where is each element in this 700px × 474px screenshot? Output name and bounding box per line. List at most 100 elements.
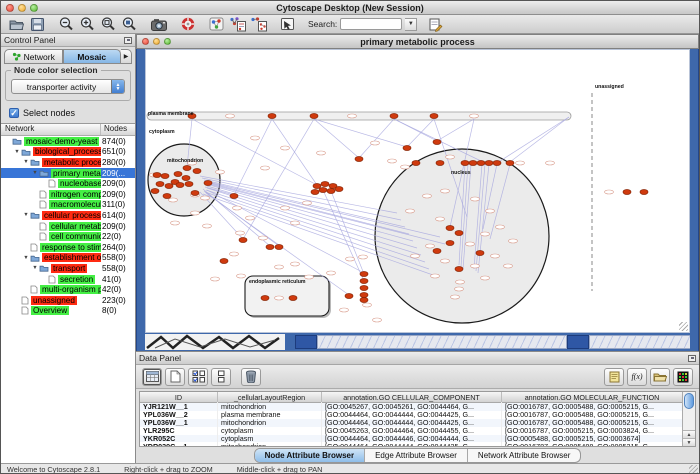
tab-network[interactable]: Network [4, 49, 63, 64]
network-node[interactable] [163, 194, 171, 199]
zoom-selected-icon[interactable] [119, 16, 140, 33]
function-builder-icon[interactable]: f(x) [627, 368, 647, 386]
network-node[interactable] [261, 296, 269, 301]
network-edge[interactable] [407, 119, 434, 147]
node-label-oval[interactable] [509, 239, 518, 243]
network-node[interactable] [193, 169, 201, 174]
node-label-oval[interactable] [237, 274, 246, 278]
open-session-icon[interactable] [6, 16, 27, 33]
node-label-oval[interactable] [348, 114, 357, 118]
tree-row[interactable]: nucleobase-cont209(0) [1, 178, 135, 189]
network-node[interactable] [185, 182, 193, 187]
network-node[interactable] [239, 238, 247, 243]
float-data-panel-icon[interactable] [688, 355, 696, 362]
network-node[interactable] [313, 184, 321, 189]
network-edge[interactable] [437, 119, 474, 141]
node-label-oval[interactable] [203, 224, 212, 228]
zoom-in-icon[interactable] [77, 16, 98, 33]
tree-row[interactable]: secretion41(0) [1, 274, 135, 285]
network-edge[interactable] [497, 117, 569, 163]
browser-tab[interactable]: Edge Attribute Browser [365, 449, 468, 462]
expand-arrow-icon[interactable]: ▼ [31, 170, 39, 176]
node-label-oval[interactable] [470, 114, 479, 118]
table-scrollbar[interactable]: ▲ ▼ [682, 392, 695, 446]
expand-arrow-icon[interactable]: ▼ [13, 149, 21, 155]
network-node[interactable] [268, 114, 276, 119]
node-label-oval[interactable] [236, 231, 245, 235]
node-label-oval[interactable] [230, 252, 239, 256]
node-label-oval[interactable] [305, 275, 314, 279]
save-session-icon[interactable] [27, 16, 48, 33]
layout-icon[interactable] [206, 16, 227, 33]
network-node[interactable] [403, 146, 411, 151]
node-label-oval[interactable] [605, 190, 614, 194]
node-label-oval[interactable] [171, 221, 180, 225]
network-node[interactable] [477, 161, 485, 166]
network-node[interactable] [493, 161, 501, 166]
tree-row[interactable]: ▼establishment of lo558(0) [1, 253, 135, 264]
delete-attribute-icon[interactable] [241, 368, 261, 386]
network-node[interactable] [461, 161, 469, 166]
tree-row[interactable]: cellular metabol209(0) [1, 221, 135, 232]
tree-row[interactable]: mosaic-demo-yeast874(0) [1, 136, 135, 147]
node-label-oval[interactable] [291, 262, 300, 266]
network-node[interactable] [360, 293, 368, 298]
network-node[interactable] [153, 173, 161, 178]
network-node[interactable] [275, 245, 283, 250]
network-edge[interactable] [314, 119, 407, 147]
node-label-oval[interactable] [291, 221, 300, 225]
tree-row[interactable]: response to stimul264(0) [1, 242, 135, 253]
table-column-header[interactable]: _cellularLayoutRegion [218, 392, 322, 402]
node-label-oval[interactable] [426, 244, 435, 248]
node-label-oval[interactable] [281, 206, 290, 210]
zoom-out-icon[interactable] [56, 16, 77, 33]
network-node[interactable] [360, 279, 368, 284]
node-label-oval[interactable] [233, 206, 242, 210]
tree-row[interactable]: Overview8(0) [1, 306, 135, 317]
node-label-oval[interactable] [317, 151, 326, 155]
matrix-view-icon[interactable] [673, 368, 693, 386]
network-node[interactable] [476, 251, 484, 256]
node-label-oval[interactable] [471, 264, 480, 268]
expand-arrow-icon[interactable]: ▼ [31, 265, 39, 271]
network-node[interactable] [455, 231, 463, 236]
network-node[interactable] [355, 157, 363, 162]
network-node[interactable] [176, 183, 184, 188]
node-label-oval[interactable] [191, 211, 200, 215]
network-node[interactable] [321, 182, 329, 187]
node-label-oval[interactable] [363, 303, 372, 307]
tab-overflow-button[interactable]: ▶ [121, 49, 132, 64]
float-panel-icon[interactable] [124, 37, 132, 44]
node-label-oval[interactable] [406, 209, 415, 213]
create-attribute-icon[interactable] [165, 368, 185, 386]
search-dropdown-button[interactable]: ▼ [405, 18, 417, 31]
attribute-table-icon[interactable] [142, 368, 162, 386]
node-label-oval[interactable] [346, 257, 355, 261]
node-label-oval[interactable] [423, 194, 432, 198]
snapshot-icon[interactable] [148, 16, 169, 33]
network-node[interactable] [360, 272, 368, 277]
region-plasma-membrane[interactable] [147, 112, 571, 120]
node-label-oval[interactable] [275, 265, 284, 269]
scrollbar-thumb[interactable] [684, 393, 694, 409]
scroll-down-button[interactable]: ▼ [683, 438, 695, 446]
network-node[interactable] [165, 184, 173, 189]
expand-arrow-icon[interactable]: ▼ [22, 212, 30, 218]
node-label-oval[interactable] [441, 189, 450, 193]
network-node[interactable] [623, 190, 631, 195]
network-node[interactable] [446, 226, 454, 231]
node-label-oval[interactable] [251, 136, 260, 140]
scroll-up-button[interactable]: ▲ [683, 430, 695, 438]
node-label-oval[interactable] [371, 141, 380, 145]
node-label-oval[interactable] [486, 209, 495, 213]
node-label-oval[interactable] [481, 232, 490, 236]
node-label-oval[interactable] [340, 308, 349, 312]
browser-tab[interactable]: Network Attribute Browser [468, 449, 580, 462]
network-node[interactable] [289, 296, 297, 301]
notes-icon[interactable] [604, 368, 624, 386]
tree-col-network[interactable]: Network [1, 124, 101, 135]
node-label-oval[interactable] [441, 259, 450, 263]
node-label-oval[interactable] [491, 254, 500, 258]
network-node[interactable] [310, 114, 318, 119]
node-label-oval[interactable] [436, 217, 445, 221]
